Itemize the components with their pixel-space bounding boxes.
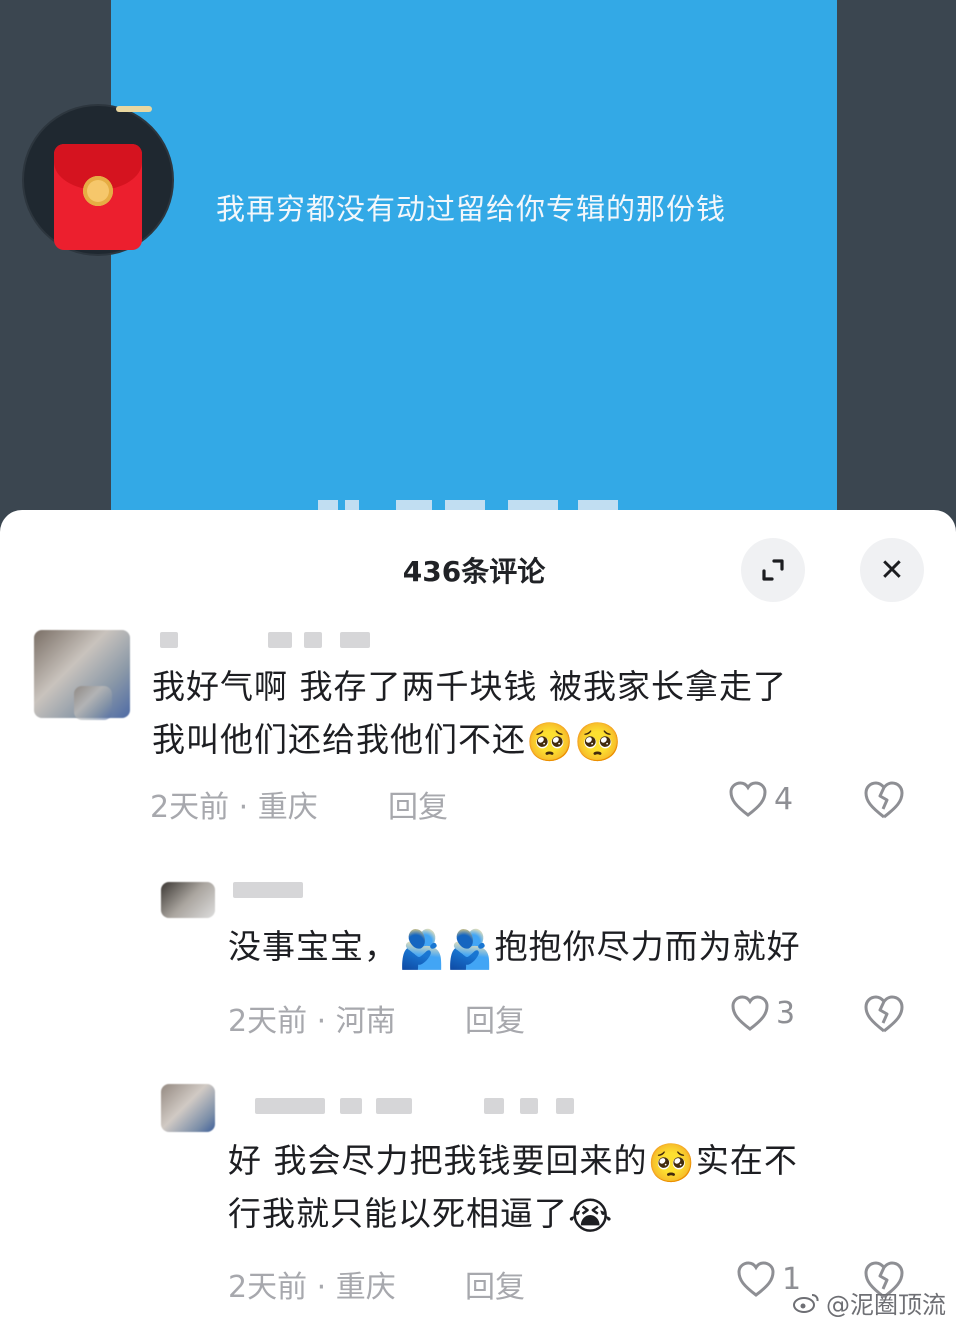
reply-button[interactable]: 回复 [465, 996, 525, 1040]
expand-icon [762, 559, 784, 581]
video-frame[interactable] [111, 0, 837, 560]
crying-face-emoji: 😭 [568, 1194, 614, 1238]
username-blurred [340, 1098, 362, 1114]
creator-avatar[interactable] [24, 106, 172, 254]
comment-text-line: 好 我会尽力把我钱要回来的🥺实在不 [228, 1141, 798, 1185]
like-count: 4 [774, 781, 794, 817]
like-button[interactable]: 3 [730, 994, 795, 1032]
username-blurred [376, 1098, 412, 1114]
weibo-watermark: @泥圈顶流 [792, 1285, 946, 1320]
username-blurred [304, 632, 322, 648]
username-blurred [520, 1098, 538, 1114]
commenter-avatar[interactable] [161, 882, 215, 918]
username-blurred [556, 1098, 574, 1114]
comment-text-line: 我好气啊 我存了两千块钱 被我家长拿走了 [152, 667, 787, 706]
like-count: 3 [776, 995, 796, 1031]
comment-time: 2天前 [150, 790, 230, 825]
pleading-face-emoji: 🥺 [526, 720, 575, 764]
reply-button[interactable]: 回复 [388, 782, 448, 826]
comment-time: 2天前 [228, 1004, 308, 1039]
avatar-mosaic [74, 686, 112, 720]
username-blurred[interactable] [160, 632, 178, 648]
dislike-button[interactable] [862, 994, 906, 1038]
comment-time: 2天前 [228, 1270, 308, 1305]
username-blurred[interactable] [255, 1098, 325, 1114]
heart-icon [737, 1261, 775, 1297]
meta-separator: · [238, 790, 249, 825]
meta-separator: · [316, 1004, 327, 1039]
broken-heart-icon [864, 995, 904, 1033]
comment-location: 河南 [335, 1004, 396, 1039]
username-blurred [484, 1098, 504, 1114]
meta-separator: · [316, 1270, 327, 1305]
comment-text-part: 抱抱你尽力而为就好 [494, 927, 801, 966]
heart-icon [731, 995, 769, 1031]
comment-text-part: 没事宝宝， [228, 927, 398, 966]
hug-emoji: 🫂 [446, 927, 495, 971]
reply-button[interactable]: 回复 [465, 1262, 525, 1306]
comment-text: 我好气啊 我存了两千块钱 被我家长拿走了 我叫他们还给我他们不还🥺🥺 [152, 660, 912, 766]
close-icon: ✕ [879, 552, 905, 588]
comment-text-line: 行我就只能以死相逼了😭 [228, 1194, 614, 1238]
comment-text: 没事宝宝，🫂🫂抱抱你尽力而为就好 [228, 920, 928, 973]
heart-icon [729, 781, 767, 817]
comment-text-line: 我叫他们还给我他们不还🥺🥺 [152, 720, 623, 764]
comment-location: 重庆 [257, 790, 318, 825]
username-blurred [340, 632, 370, 648]
expand-button[interactable] [741, 538, 805, 602]
username-blurred [268, 632, 292, 648]
comment-text: 好 我会尽力把我钱要回来的🥺实在不 行我就只能以死相逼了😭 [228, 1134, 928, 1240]
weibo-icon [793, 1293, 819, 1313]
username-blurred[interactable] [233, 882, 303, 898]
hug-emoji: 🫂 [398, 927, 447, 971]
comment-location: 重庆 [335, 1270, 396, 1305]
pleading-face-emoji: 🥺 [574, 720, 623, 764]
comment-count-title: 436条评论 [402, 555, 546, 588]
video-caption: 我再穷都没有动过留给你专辑的那份钱 [216, 192, 727, 226]
broken-heart-icon [864, 781, 904, 819]
comments-sheet: 436条评论 ✕ 我好气啊 我存了两千块钱 被我家长拿走了 我叫他们还给我他们不… [0, 510, 956, 1332]
dislike-button[interactable] [862, 780, 906, 824]
watermark-text: @泥圈顶流 [826, 1291, 946, 1319]
close-button[interactable]: ✕ [860, 538, 924, 602]
comment-meta: 2天前 · 重庆 [150, 782, 318, 826]
red-packet-icon [54, 144, 142, 250]
avatar-ring-mark [116, 106, 152, 112]
commenter-avatar[interactable] [161, 1084, 215, 1132]
pleading-face-emoji: 🥺 [647, 1141, 696, 1185]
like-button[interactable]: 4 [728, 780, 793, 818]
comment-meta: 2天前 · 河南 [228, 996, 396, 1040]
comment-meta: 2天前 · 重庆 [228, 1262, 396, 1306]
